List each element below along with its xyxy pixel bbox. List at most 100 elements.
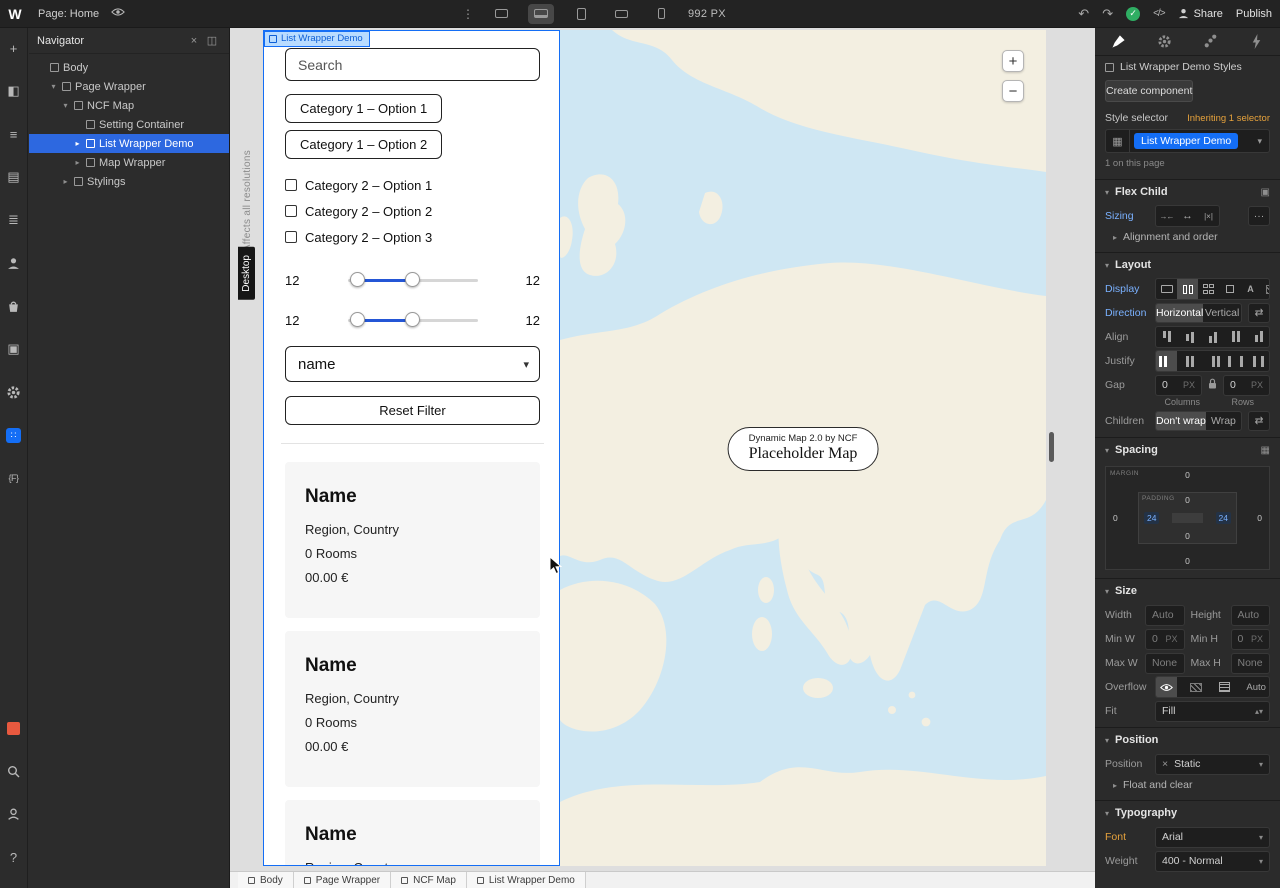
listing-card[interactable]: Name Region, Country 0 Rooms 00.00 €: [285, 800, 540, 866]
selector-grid-icon[interactable]: ▦: [1106, 130, 1130, 152]
display-block-icon[interactable]: [1156, 279, 1177, 299]
gap-rows-input[interactable]: 0 PX: [1223, 374, 1270, 396]
slider-handle-left[interactable]: [349, 272, 365, 287]
webflow-logo[interactable]: W: [0, 6, 30, 22]
checkbox-row[interactable]: Category 2 – Option 3: [285, 224, 540, 250]
section-spacing[interactable]: ▾ Spacing ▦: [1095, 437, 1280, 462]
collapse-all-icon[interactable]: ×: [185, 35, 203, 47]
direction-vertical-button[interactable]: Vertical: [1203, 304, 1241, 322]
direction-label[interactable]: Direction: [1105, 307, 1149, 319]
chevron-down-icon[interactable]: ▾: [1250, 136, 1269, 147]
display-label[interactable]: Display: [1105, 283, 1149, 295]
justify-space-between-icon[interactable]: [1225, 351, 1246, 371]
checkbox[interactable]: [285, 179, 297, 191]
components-icon[interactable]: ◧: [2, 79, 26, 103]
justify-space-around-icon[interactable]: [1248, 351, 1269, 371]
pages-icon[interactable]: ▤: [2, 165, 26, 189]
listing-card[interactable]: Name Region, Country 0 Rooms 00.00 €: [285, 462, 540, 618]
tree-item-ncf-map[interactable]: ▾ NCF Map: [29, 96, 229, 115]
padding-bottom-value[interactable]: 0: [1185, 531, 1190, 541]
breakpoint-desktop[interactable]: [528, 3, 554, 24]
tab-effects-icon[interactable]: [1188, 28, 1234, 55]
align-end-icon[interactable]: [1202, 327, 1223, 347]
padding-right-value[interactable]: 24: [1215, 512, 1231, 524]
padding-top-value[interactable]: 0: [1185, 495, 1190, 505]
create-component-button[interactable]: Create component: [1105, 80, 1194, 102]
font-select[interactable]: Arial ▾: [1155, 826, 1270, 848]
breadcrumb-item-list-wrapper-demo[interactable]: List Wrapper Demo: [466, 872, 586, 888]
align-baseline-icon[interactable]: [1248, 327, 1269, 347]
overflow-visible-eye-icon[interactable]: [1156, 677, 1177, 697]
list-wrapper-element[interactable]: Category 1 – Option 1 Category 1 – Optio…: [263, 30, 560, 866]
users-icon[interactable]: [2, 251, 26, 275]
children-dont-wrap-button[interactable]: Don't wrap: [1156, 412, 1206, 430]
tree-item-body[interactable]: Body: [29, 58, 229, 77]
section-layout[interactable]: ▾ Layout: [1095, 252, 1280, 277]
margin-right-value[interactable]: 0: [1257, 513, 1262, 523]
sizing-more-icon[interactable]: ···: [1248, 206, 1270, 226]
gap-columns-input[interactable]: 0 PX: [1155, 374, 1202, 396]
slider-handle-left[interactable]: [349, 312, 365, 327]
breakpoint-desktop-large[interactable]: [488, 4, 514, 24]
share-button[interactable]: Share: [1178, 8, 1223, 20]
ecommerce-icon[interactable]: [2, 294, 26, 318]
category1-option2-button[interactable]: Category 1 – Option 2: [285, 130, 443, 159]
desktop-breakpoint-tab[interactable]: Desktop: [238, 247, 255, 300]
min-width-input[interactable]: 0 PX: [1145, 628, 1185, 650]
breadcrumb-item-ncf-map[interactable]: NCF Map: [391, 872, 467, 888]
display-inline-block-icon[interactable]: [1219, 279, 1240, 299]
fit-select[interactable]: Fill ▴▾: [1155, 700, 1270, 722]
breakpoint-phone[interactable]: [648, 4, 674, 24]
sizing-label[interactable]: Sizing: [1105, 210, 1149, 222]
preview-eye-icon[interactable]: [111, 7, 126, 20]
panel-dock-icon[interactable]: ◫: [203, 34, 221, 47]
redo-icon[interactable]: ↷: [1102, 6, 1113, 22]
section-flex-child[interactable]: ▾ Flex Child ▣: [1095, 179, 1280, 204]
design-canvas[interactable]: Affects all resolutions Desktop List Wra…: [230, 28, 1095, 888]
section-position[interactable]: ▾ Position: [1095, 727, 1280, 752]
tab-settings-gear-icon[interactable]: [1141, 28, 1187, 55]
undo-icon[interactable]: ↶: [1078, 6, 1089, 22]
canvas-scrollbar[interactable]: [1049, 432, 1054, 462]
margin-top-value[interactable]: 0: [1185, 470, 1190, 480]
class-selector-input[interactable]: ▦ List Wrapper Demo ▾: [1105, 129, 1270, 153]
whats-new-icon[interactable]: [2, 716, 26, 740]
font-label[interactable]: Font: [1105, 831, 1149, 843]
category1-option1-button[interactable]: Category 1 – Option 1: [285, 94, 443, 123]
breakpoint-tablet[interactable]: [568, 4, 594, 24]
navigator-icon[interactable]: ≡: [2, 122, 26, 146]
tree-item-list-wrapper-demo[interactable]: ▸ List Wrapper Demo: [29, 134, 229, 153]
children-wrap-button[interactable]: Wrap: [1206, 412, 1241, 430]
slider-handle-right[interactable]: [404, 312, 420, 327]
range-slider[interactable]: [347, 272, 478, 288]
tree-item-setting-container[interactable]: Setting Container: [29, 115, 229, 134]
sizing-grow-icon[interactable]: ↔: [1177, 206, 1198, 226]
class-token[interactable]: List Wrapper Demo: [1134, 133, 1239, 149]
display-none-icon[interactable]: [1261, 279, 1269, 299]
direction-horizontal-button[interactable]: Horizontal: [1156, 304, 1204, 322]
assets-icon[interactable]: ▣: [2, 337, 26, 361]
spacing-menu-icon[interactable]: ▦: [1261, 445, 1270, 456]
align-start-icon[interactable]: [1156, 327, 1177, 347]
overflow-hidden-icon[interactable]: [1185, 677, 1206, 697]
height-input[interactable]: Auto: [1230, 604, 1270, 626]
overflow-scroll-icon[interactable]: [1214, 677, 1235, 697]
export-code-icon[interactable]: </>: [1153, 8, 1166, 19]
community-icon[interactable]: [2, 802, 26, 826]
listing-card[interactable]: Name Region, Country 0 Rooms 00.00 €: [285, 631, 540, 787]
width-input[interactable]: Auto: [1145, 604, 1185, 626]
max-width-input[interactable]: None: [1145, 652, 1185, 674]
align-center-icon[interactable]: [1179, 327, 1200, 347]
margin-bottom-value[interactable]: 0: [1185, 556, 1190, 566]
margin-left-value[interactable]: 0: [1113, 513, 1118, 523]
checkbox[interactable]: [285, 231, 297, 243]
sizing-fixed-icon[interactable]: |×|: [1198, 206, 1219, 226]
custom-code-icon[interactable]: {F}: [2, 466, 26, 490]
cms-icon[interactable]: ≣: [2, 208, 26, 232]
add-elements-icon[interactable]: +: [2, 36, 26, 60]
section-typography[interactable]: ▾ Typography: [1095, 800, 1280, 825]
direction-reverse-icon[interactable]: ⇄: [1248, 303, 1270, 323]
display-grid-icon[interactable]: [1198, 279, 1219, 299]
tab-interactions-bolt-icon[interactable]: [1234, 28, 1280, 55]
justify-start-icon[interactable]: [1156, 351, 1177, 371]
